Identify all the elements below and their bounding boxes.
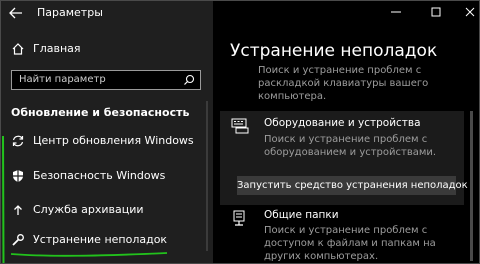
sidebar-item-label: Центр обновления Windows [33,134,194,147]
sidebar-item-backup[interactable]: Служба архивации [1,200,213,220]
sidebar-item-windows-update[interactable]: Центр обновления Windows [1,131,213,151]
sidebar-item-home[interactable]: Главная [1,39,213,59]
troubleshooter-title: Оборудование и устройства [264,117,421,129]
sidebar-item-label: Служба архивации [33,203,144,216]
sync-icon [12,135,24,147]
wrench-icon [12,234,24,246]
troubleshooter-title: Общие папки [264,209,339,221]
window-controls [329,1,479,23]
sidebar-item-label: Устранение неполадок [33,233,168,246]
server-folder-icon [233,210,245,226]
content-scrollbar[interactable] [470,111,473,261]
sidebar-item-label: Главная [33,42,81,55]
home-icon [12,43,24,55]
backup-arrow-icon [14,205,22,215]
shield-icon [13,170,23,182]
maximize-icon[interactable] [429,5,443,19]
sidebar-item-label: Безопасность Windows [33,169,166,182]
sidebar-item-troubleshoot[interactable]: Устранение неполадок [1,230,213,250]
sidebar-scrollbar[interactable] [206,101,208,251]
annotation-mark [2,136,5,263]
search-icon[interactable] [183,74,195,86]
troubleshooter-description: Поиск и устранение проблем с доступом к … [264,225,436,262]
back-arrow-icon[interactable] [7,5,25,21]
sidebar-item-windows-security[interactable]: Безопасность Windows [1,166,213,186]
run-troubleshooter-button[interactable]: Запустить средство устранения неполадок [237,176,468,195]
sidebar: Параметры Главная Найти параметр Обновле… [1,1,213,263]
minimize-icon[interactable] [389,5,403,19]
page-title: Устранение неполадок [230,41,438,61]
annotation-underline [10,252,168,257]
settings-window: Параметры Главная Найти параметр Обновле… [0,0,480,264]
window-title: Параметры [37,6,103,19]
troubleshooter-description: Поиск и устранение проблем с оборудовани… [264,134,437,158]
keyboard-hardware-icon [231,118,249,134]
close-icon[interactable] [463,5,477,19]
intro-text: Поиск и устранение проблем с раскладкой … [258,65,429,102]
search-placeholder: Найти параметр [19,74,106,85]
section-title: Обновление и безопасность [11,106,190,119]
troubleshooter-shared-folders[interactable]: Общие папки Поиск и устранение проблем с… [220,205,464,263]
main-content: Устранение неполадок Поиск и устранение … [213,1,479,263]
search-input[interactable]: Найти параметр [11,70,201,90]
